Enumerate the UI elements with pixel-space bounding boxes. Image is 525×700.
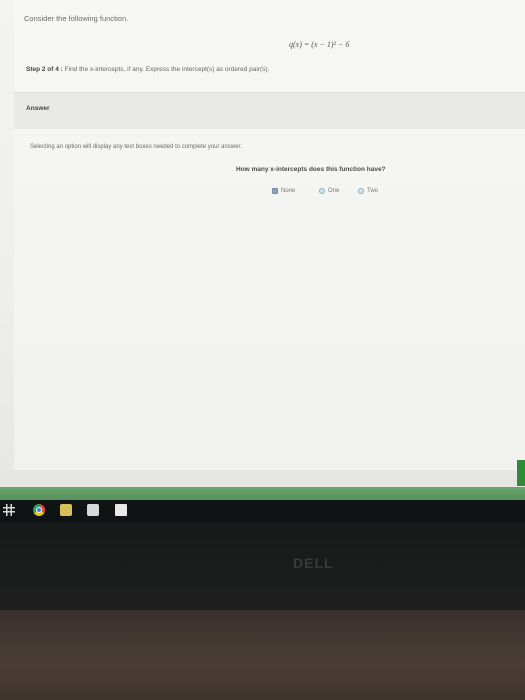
desk-surface [0, 610, 525, 700]
radio-one[interactable] [319, 188, 325, 194]
option-two[interactable]: Two [358, 188, 378, 194]
function-formula: q(x) = (x − 1)² − 6 [289, 40, 350, 49]
answer-label: Answer [26, 105, 50, 112]
radio-two[interactable] [358, 188, 364, 194]
windows-icon[interactable] [3, 504, 15, 516]
monitor-screen: Consider the following function. q(x) = … [0, 0, 525, 487]
answer-hint: Selecting an option will display any tex… [30, 144, 242, 150]
scroll-edge [517, 460, 525, 486]
store-icon[interactable] [87, 504, 99, 516]
taskbar [0, 500, 525, 522]
step-text: Find the x-intercepts, if any. Express t… [64, 66, 270, 73]
option-two-label: Two [367, 188, 379, 194]
option-one-label: One [328, 188, 340, 194]
option-none-label: None [281, 188, 296, 194]
problem-panel: Consider the following function. q(x) = … [14, 0, 525, 470]
option-one[interactable]: One [319, 188, 339, 194]
question-text: How many x-intercepts does this function… [236, 166, 386, 173]
option-none[interactable]: None [272, 188, 295, 194]
mail-icon[interactable] [115, 504, 127, 516]
file-explorer-icon[interactable] [60, 504, 72, 516]
dell-logo: DELL [293, 555, 334, 571]
radio-none[interactable] [272, 188, 278, 194]
answer-header: Answer [14, 93, 525, 129]
problem-intro: Consider the following function. [24, 14, 129, 23]
chrome-icon[interactable] [33, 504, 45, 516]
step-label: Step 2 of 4 : [26, 66, 63, 73]
step-instruction: Step 2 of 4 : Find the x-intercepts, if … [26, 66, 269, 73]
